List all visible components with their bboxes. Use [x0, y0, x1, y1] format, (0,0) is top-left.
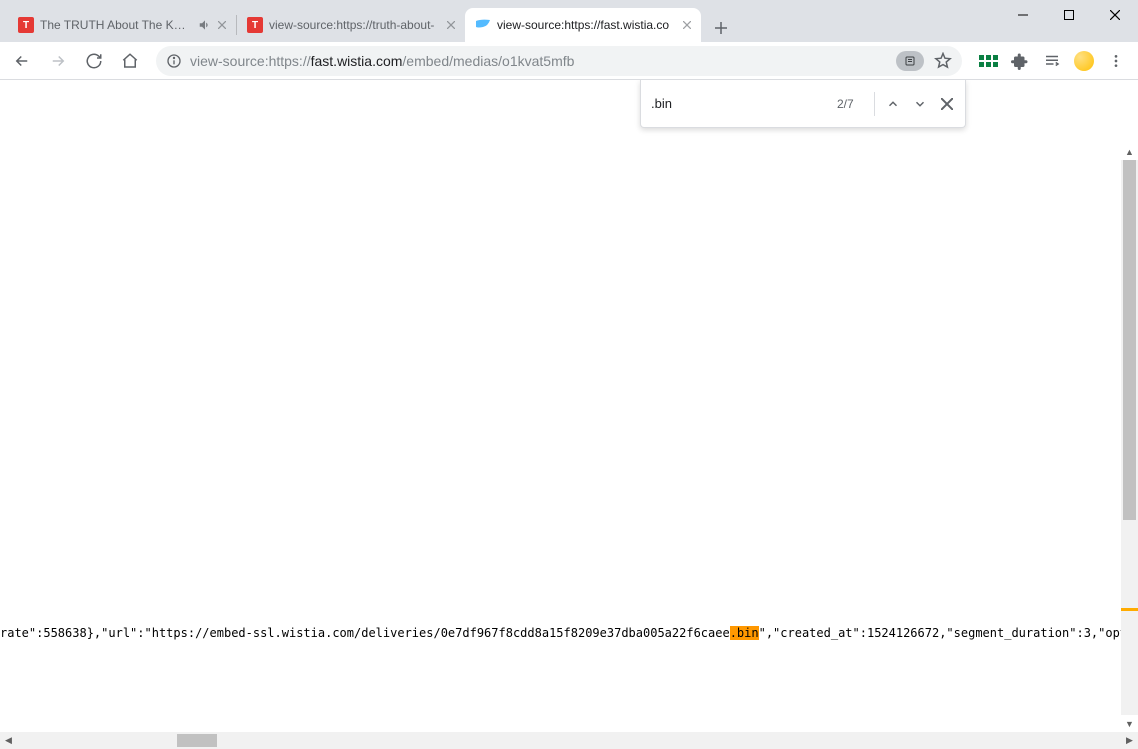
tab-title: view-source:https://fast.wistia.co	[497, 18, 677, 32]
omnibox[interactable]: view-source:https://fast.wistia.com/embe…	[156, 46, 962, 76]
tab-2[interactable]: view-source:https://fast.wistia.co	[465, 8, 701, 42]
find-marker	[1121, 608, 1138, 611]
favicon-icon	[475, 17, 491, 33]
extensions-area	[972, 51, 1132, 71]
search-highlight: .bin	[730, 626, 759, 640]
vertical-scroll-thumb[interactable]	[1123, 160, 1136, 520]
chrome-menu-button[interactable]	[1106, 51, 1126, 71]
site-info-icon[interactable]	[166, 53, 182, 69]
scroll-down-arrow[interactable]: ▼	[1121, 715, 1138, 732]
find-close-button[interactable]	[938, 90, 955, 118]
close-icon[interactable]	[683, 21, 691, 29]
reload-button[interactable]	[78, 45, 110, 77]
home-button[interactable]	[114, 45, 146, 77]
source-code-line[interactable]: rate":558638},"url":"https://embed-ssl.w…	[0, 626, 1134, 640]
toolbar: view-source:https://fast.wistia.com/embe…	[0, 42, 1138, 80]
window-close-button[interactable]	[1092, 0, 1138, 30]
scroll-left-arrow[interactable]: ◀	[0, 732, 17, 749]
horizontal-scrollbar[interactable]: ◀ ▶	[0, 732, 1138, 749]
tab-1[interactable]: T view-source:https://truth-about-	[237, 8, 465, 42]
titlebar	[0, 0, 1138, 8]
forward-button[interactable]	[42, 45, 74, 77]
close-icon[interactable]	[447, 21, 455, 29]
bookmark-icon[interactable]	[934, 52, 952, 70]
tab-title: view-source:https://truth-about-	[269, 18, 441, 32]
favicon-icon: T	[18, 17, 34, 33]
reading-list-icon[interactable]	[1042, 51, 1062, 71]
find-input[interactable]	[651, 96, 827, 111]
vertical-scrollbar[interactable]: ▲ ▼	[1121, 160, 1138, 715]
scroll-right-arrow[interactable]: ▶	[1121, 732, 1138, 749]
find-bar: 2/7	[640, 80, 966, 128]
url-text: view-source:https://fast.wistia.com/embe…	[190, 53, 888, 69]
horizontal-scroll-thumb[interactable]	[177, 734, 217, 747]
extension-grid-icon[interactable]	[978, 51, 998, 71]
window-maximize-button[interactable]	[1046, 0, 1092, 30]
back-button[interactable]	[6, 45, 38, 77]
close-icon[interactable]	[218, 21, 226, 29]
horizontal-scroll-track[interactable]	[17, 732, 1121, 749]
extension-yellow-icon[interactable]	[1074, 51, 1094, 71]
favicon-icon: T	[247, 17, 263, 33]
find-separator	[874, 92, 875, 116]
tab-0[interactable]: T The TRUTH About The Ketog	[8, 8, 236, 42]
find-prev-button[interactable]	[884, 90, 901, 118]
audio-icon[interactable]	[198, 18, 212, 32]
window-minimize-button[interactable]	[1000, 0, 1046, 30]
tab-strip: T The TRUTH About The Ketog T view-sourc…	[0, 8, 1138, 42]
find-next-button[interactable]	[911, 90, 928, 118]
find-count: 2/7	[837, 97, 864, 111]
tab-title: The TRUTH About The Ketog	[40, 18, 192, 32]
new-tab-button[interactable]	[707, 14, 735, 42]
extensions-button[interactable]	[1010, 51, 1030, 71]
content-area: 2/7 rate":558638},"url":"https://embed-s…	[0, 80, 1138, 732]
window-controls	[1000, 0, 1138, 30]
scroll-up-arrow[interactable]: ▲	[1121, 143, 1138, 160]
cookies-icon[interactable]	[896, 51, 924, 71]
